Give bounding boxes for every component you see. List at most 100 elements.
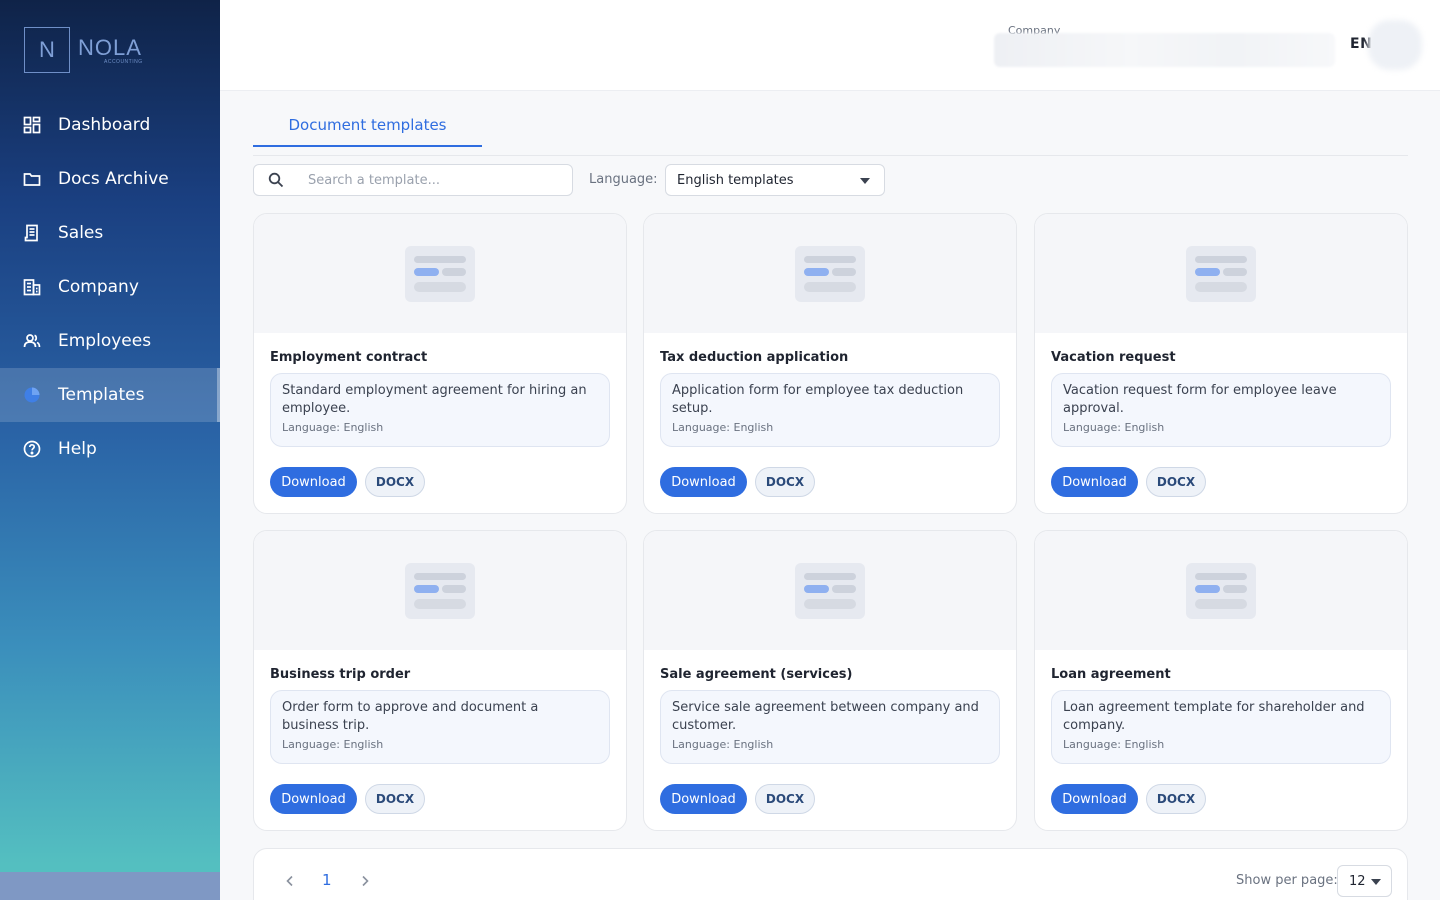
template-card: Sale agreement (services) Service sale a… (643, 530, 1017, 831)
sidebar-item-templates[interactable]: Templates (0, 368, 220, 422)
brand-logo[interactable]: N NOLA ACCOUNTING (24, 27, 143, 73)
caret-down-icon (1371, 879, 1381, 885)
document-placeholder-icon (1186, 562, 1256, 619)
template-card: Vacation request Vacation request form f… (1034, 213, 1408, 514)
download-button[interactable]: Download (660, 467, 747, 497)
sidebar-item-label: Company (58, 277, 139, 297)
template-description: Service sale agreement between company a… (672, 700, 979, 733)
tab-document-templates[interactable]: Document templates (253, 104, 482, 147)
template-title: Loan agreement (1051, 667, 1171, 682)
template-language: Language: English (672, 421, 774, 434)
building-icon (22, 277, 42, 297)
caret-down-icon (860, 178, 870, 184)
format-badge[interactable]: DOCX (1146, 784, 1206, 814)
sidebar: N NOLA ACCOUNTING Dashboard Docs Archive… (0, 0, 220, 900)
template-description-box: Standard employment agreement for hiring… (270, 373, 610, 447)
search-field[interactable] (253, 164, 573, 196)
page-number[interactable]: 1 (322, 871, 332, 889)
sidebar-nav: Dashboard Docs Archive Sales Company Emp… (0, 98, 220, 476)
template-title: Business trip order (270, 667, 411, 682)
sidebar-item-help[interactable]: Help (0, 422, 220, 476)
tab-bar: Document templates (253, 104, 1408, 156)
company-select[interactable] (994, 33, 1335, 67)
search-input[interactable] (308, 172, 558, 188)
document-placeholder-icon (405, 245, 475, 302)
format-badge[interactable]: DOCX (365, 784, 425, 814)
template-description-box: Order form to approve and document a bus… (270, 690, 610, 764)
template-description: Order form to approve and document a bus… (282, 700, 539, 733)
template-language: Language: English (282, 738, 384, 751)
top-header: Company EN (220, 0, 1440, 91)
format-badge[interactable]: DOCX (755, 467, 815, 497)
document-placeholder-icon (405, 562, 475, 619)
avatar[interactable] (1368, 20, 1422, 70)
per-page-select[interactable]: 12 (1337, 865, 1392, 897)
template-title: Employment contract (270, 350, 428, 365)
template-description: Standard employment agreement for hiring… (282, 383, 587, 416)
per-page-value: 12 (1349, 873, 1366, 889)
logo-initial: N (24, 27, 70, 73)
download-button[interactable]: Download (660, 784, 747, 814)
sidebar-item-label: Help (58, 439, 97, 459)
sidebar-item-company[interactable]: Company (0, 260, 220, 314)
sidebar-item-label: Templates (58, 385, 145, 405)
template-card: Loan agreement Loan agreement template f… (1034, 530, 1408, 831)
sidebar-item-label: Dashboard (58, 115, 151, 135)
template-description: Loan agreement template for shareholder … (1063, 700, 1365, 733)
template-thumbnail (1035, 531, 1407, 650)
sidebar-footer (0, 872, 220, 900)
template-icon (22, 385, 42, 405)
download-button[interactable]: Download (1051, 784, 1138, 814)
chevron-right-icon[interactable] (357, 873, 373, 889)
sidebar-item-dashboard[interactable]: Dashboard (0, 98, 220, 152)
template-title: Sale agreement (services) (660, 667, 853, 682)
template-thumbnail (644, 531, 1016, 650)
sidebar-item-label: Sales (58, 223, 104, 243)
template-thumbnail (644, 214, 1016, 333)
template-description: Vacation request form for employee leave… (1063, 383, 1337, 416)
download-button[interactable]: Download (270, 784, 357, 814)
help-icon (22, 439, 42, 459)
format-badge[interactable]: DOCX (755, 784, 815, 814)
template-description-box: Application form for employee tax deduct… (660, 373, 1000, 447)
template-description-box: Loan agreement template for shareholder … (1051, 690, 1391, 764)
logo-name: NOLA (78, 35, 142, 60)
sidebar-item-employees[interactable]: Employees (0, 314, 220, 368)
template-card: Employment contract Standard employment … (253, 213, 627, 514)
download-button[interactable]: Download (270, 467, 357, 497)
template-language: Language: English (672, 738, 774, 751)
template-card: Business trip order Order form to approv… (253, 530, 627, 831)
template-description-box: Service sale agreement between company a… (660, 690, 1000, 764)
template-card: Tax deduction application Application fo… (643, 213, 1017, 514)
chevron-left-icon[interactable] (282, 873, 298, 889)
sidebar-item-label: Docs Archive (58, 169, 169, 189)
document-placeholder-icon (795, 245, 865, 302)
template-thumbnail (1035, 214, 1407, 333)
download-button[interactable]: Download (1051, 467, 1138, 497)
language-label: Language: (589, 172, 658, 187)
format-badge[interactable]: DOCX (1146, 467, 1206, 497)
language-select-value: English templates (677, 172, 794, 188)
language-select[interactable]: English templates (665, 164, 885, 196)
dashboard-icon (22, 115, 42, 135)
template-thumbnail (254, 531, 626, 650)
document-placeholder-icon (1186, 245, 1256, 302)
document-placeholder-icon (795, 562, 865, 619)
receipt-icon (22, 223, 42, 243)
users-icon (22, 331, 42, 351)
folder-icon (22, 169, 42, 189)
template-description: Application form for employee tax deduct… (672, 383, 964, 416)
format-badge[interactable]: DOCX (365, 467, 425, 497)
pagination-bar: 1 Show per page: 12 (253, 848, 1408, 900)
template-language: Language: English (1063, 738, 1165, 751)
template-language: Language: English (1063, 421, 1165, 434)
logo-subtitle: ACCOUNTING (104, 59, 143, 65)
sidebar-item-docs-archive[interactable]: Docs Archive (0, 152, 220, 206)
sidebar-item-sales[interactable]: Sales (0, 206, 220, 260)
template-language: Language: English (282, 421, 384, 434)
template-title: Tax deduction application (660, 350, 849, 365)
template-description-box: Vacation request form for employee leave… (1051, 373, 1391, 447)
sidebar-item-label: Employees (58, 331, 152, 351)
per-page-label: Show per page: (1236, 873, 1338, 888)
template-thumbnail (254, 214, 626, 333)
